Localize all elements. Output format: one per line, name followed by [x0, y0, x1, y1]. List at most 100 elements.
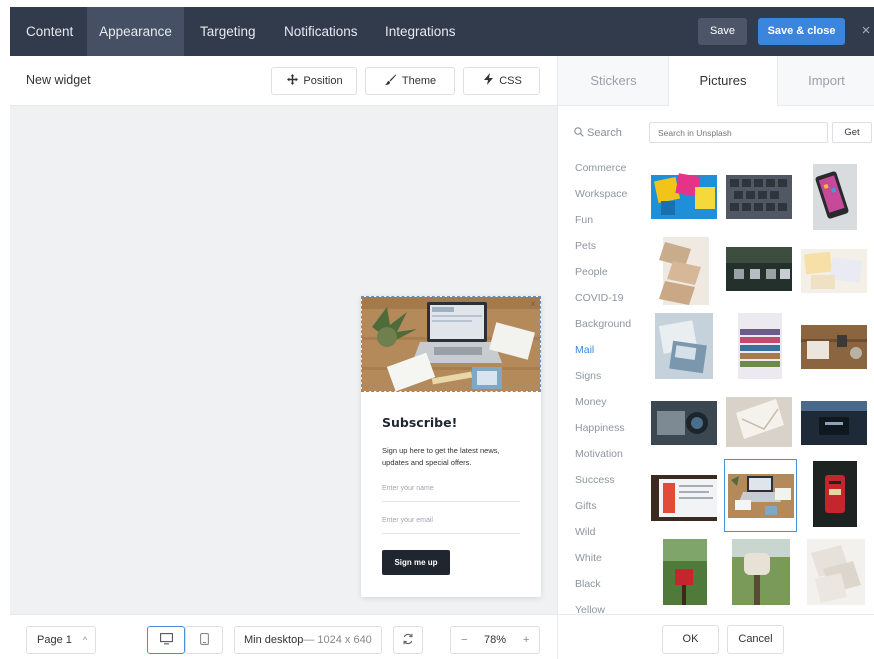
widget-header-image[interactable]: × [361, 296, 541, 392]
tab-content[interactable]: Content [26, 7, 73, 56]
viewport-selector[interactable]: Min desktop— 1024 x 640 ^ [234, 626, 382, 654]
envelopes-photo [659, 237, 709, 305]
rotate-button[interactable] [393, 626, 423, 654]
email-input[interactable]: Enter your email [382, 514, 520, 534]
save-button[interactable]: Save [698, 18, 747, 45]
category-black[interactable]: Black [575, 578, 601, 590]
category-workspace[interactable]: Workspace [575, 188, 627, 200]
picture-thumbnail[interactable] [651, 539, 721, 609]
widget-title: Subscribe! [382, 415, 458, 430]
move-icon [285, 68, 299, 94]
picture-thumbnail[interactable] [801, 161, 871, 231]
smartphone-photo [813, 164, 857, 230]
category-people[interactable]: People [575, 266, 608, 278]
sticky-notes-photo [651, 173, 717, 219]
editor-bottom-bar: Page 1 ^ Min desktop— 1024 x 640 ^ − 78%… [10, 614, 557, 659]
brush-icon [384, 68, 398, 94]
picture-thumbnail[interactable] [801, 461, 871, 531]
desktop-view-button[interactable] [147, 626, 185, 654]
wooden-table-photo [801, 325, 867, 369]
widget-name[interactable]: New widget [26, 73, 91, 87]
theme-label: Theme [401, 75, 437, 87]
name-input[interactable]: Enter your name [382, 482, 520, 502]
picture-thumbnail[interactable] [651, 161, 721, 231]
picture-thumbnail[interactable] [726, 237, 796, 307]
picture-thumbnail[interactable] [651, 389, 721, 459]
picture-thumbnail[interactable] [726, 539, 796, 609]
viewport-size: — 1024 x 640 [303, 634, 372, 646]
picture-thumbnail[interactable] [801, 237, 871, 307]
search-label: Search [574, 127, 622, 139]
rotate-icon [403, 633, 413, 645]
letter-envelope-photo [726, 397, 792, 447]
widget-close-icon[interactable]: × [530, 299, 536, 310]
theme-button[interactable]: Theme [365, 67, 455, 95]
category-happiness[interactable]: Happiness [575, 422, 625, 434]
category-motivation[interactable]: Motivation [575, 448, 623, 460]
picture-thumbnail[interactable] [726, 313, 796, 383]
white-envelopes-photo [807, 539, 865, 605]
unsplash-search-input[interactable] [649, 122, 828, 143]
picture-thumbnail[interactable] [801, 389, 871, 459]
mailboxes-photo [726, 247, 792, 291]
mobile-view-button[interactable] [185, 626, 223, 654]
category-background[interactable]: Background [575, 318, 631, 330]
editor-header: New widget Position Theme CSS [10, 56, 557, 106]
category-signs[interactable]: Signs [575, 370, 601, 382]
css-button[interactable]: CSS [463, 67, 540, 95]
chevron-up-icon: ^ [82, 635, 88, 645]
postcards-photo [655, 313, 713, 379]
zoom-value: 78% [484, 634, 507, 646]
category-wild[interactable]: Wild [575, 526, 595, 538]
picture-thumbnail-selected[interactable] [724, 459, 797, 532]
search-icon [574, 127, 584, 137]
page-label: Page 1 [37, 634, 72, 646]
top-navigation-bar: Content Appearance Targeting Notificatio… [10, 7, 874, 56]
sign-me-up-button[interactable]: Sign me up [382, 550, 450, 575]
zoom-out-button[interactable]: − [461, 627, 467, 653]
tab-appearance[interactable]: Appearance [87, 7, 184, 56]
tab-targeting[interactable]: Targeting [200, 7, 256, 56]
typewriter-keys-photo [726, 175, 792, 219]
picture-thumbnail[interactable] [651, 237, 721, 307]
category-fun[interactable]: Fun [575, 214, 593, 226]
cancel-button[interactable]: Cancel [727, 625, 784, 654]
position-button[interactable]: Position [271, 67, 357, 95]
category-money[interactable]: Money [575, 396, 607, 408]
category-white[interactable]: White [575, 552, 602, 564]
paper-notes-photo [801, 249, 867, 293]
picture-thumbnail[interactable] [651, 465, 721, 535]
save-and-close-button[interactable]: Save & close [758, 18, 845, 45]
tab-notifications[interactable]: Notifications [284, 7, 358, 56]
ok-button[interactable]: OK [662, 625, 719, 654]
zoom-in-button[interactable]: + [523, 627, 529, 653]
close-icon[interactable]: × [858, 21, 874, 41]
picture-thumbnail[interactable] [801, 313, 871, 383]
tablet-email-photo [651, 475, 717, 521]
page-selector[interactable]: Page 1 ^ [26, 626, 96, 654]
category-covid-19[interactable]: COVID-19 [575, 292, 623, 304]
tab-pictures[interactable]: Pictures [668, 56, 778, 106]
tab-integrations[interactable]: Integrations [385, 7, 456, 56]
zoom-control: − 78% + [450, 626, 540, 654]
mailbox-dark-photo [801, 401, 867, 445]
stacked-papers-photo [738, 313, 782, 379]
get-button[interactable]: Get [832, 122, 872, 143]
tab-stickers[interactable]: Stickers [558, 56, 669, 106]
picture-thumbnail[interactable] [726, 389, 796, 459]
category-pets[interactable]: Pets [575, 240, 596, 252]
widget-description: Sign up here to get the latest news, upd… [382, 446, 500, 467]
picture-thumbnail[interactable] [726, 161, 796, 231]
category-success[interactable]: Success [575, 474, 615, 486]
category-commerce[interactable]: Commerce [575, 162, 626, 174]
category-mail[interactable]: Mail [575, 344, 594, 356]
lightning-icon [481, 68, 495, 94]
desk-laptop-photo [728, 474, 794, 518]
picture-thumbnail[interactable] [801, 539, 871, 609]
widget-preview[interactable]: × Subscribe! Sign up here to get the lat… [361, 296, 541, 597]
css-label: CSS [499, 75, 522, 87]
picture-thumbnail[interactable] [651, 313, 721, 383]
tab-import[interactable]: Import [778, 56, 874, 106]
category-gifts[interactable]: Gifts [575, 500, 597, 512]
mailbox-garden-photo [663, 539, 707, 605]
